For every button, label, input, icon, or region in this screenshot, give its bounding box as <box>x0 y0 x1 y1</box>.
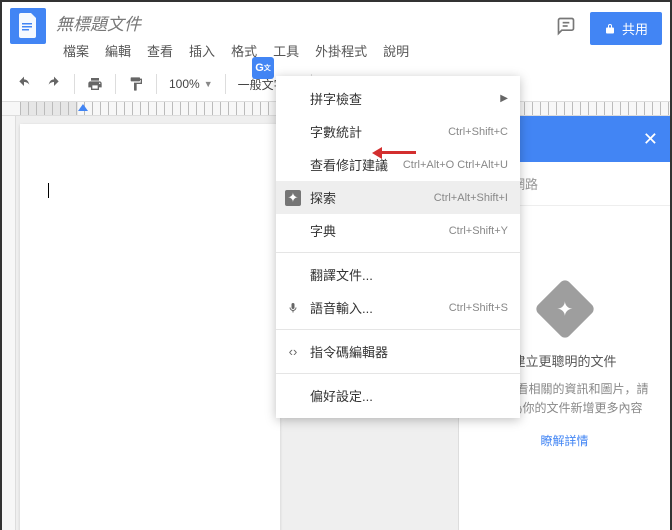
vertical-ruler[interactable] <box>2 116 16 530</box>
menu-shortcut: Ctrl+Alt+O Ctrl+Alt+U <box>403 159 508 171</box>
menu-item-label: 字典 <box>310 221 449 240</box>
annotation-arrow <box>380 151 416 154</box>
menu-shortcut: Ctrl+Shift+S <box>449 302 508 314</box>
mic-icon <box>285 300 301 316</box>
separator <box>115 74 116 94</box>
explore-diamond-icon: ✦ <box>533 278 595 340</box>
menu-item-語音輸入...[interactable]: 語音輸入...Ctrl+Shift+S <box>276 291 520 324</box>
menu-item-字數統計[interactable]: 字數統計Ctrl+Shift+C <box>276 115 520 148</box>
ruler-indent-marker[interactable] <box>78 104 88 111</box>
menu-item-label: 翻譯文件... <box>310 265 508 284</box>
menu-bar: 檔案 編輯 查看 插入 格式 工具 外掛程式 說明 <box>56 38 552 63</box>
docs-logo[interactable] <box>10 8 46 44</box>
menu-shortcut: Ctrl+Shift+Y <box>449 225 508 237</box>
print-button[interactable] <box>81 71 109 97</box>
menu-item-label: 字數統計 <box>310 122 448 141</box>
menu-separator <box>276 329 520 330</box>
menu-file[interactable]: 檔案 <box>56 38 96 63</box>
explore-learn-more-link[interactable]: 瞭解詳情 <box>540 432 588 449</box>
menu-help[interactable]: 說明 <box>376 38 416 63</box>
menu-item-label: 語音輸入... <box>310 298 449 317</box>
close-icon[interactable]: ✕ <box>643 129 658 150</box>
submenu-arrow-icon: ▶ <box>500 93 508 104</box>
explore-icon: ✦ <box>285 190 301 206</box>
menu-item-偏好設定...[interactable]: 偏好設定... <box>276 379 520 412</box>
separator <box>74 74 75 94</box>
menu-separator <box>276 252 520 253</box>
menu-item-label: 探索 <box>310 188 434 207</box>
doc-title[interactable]: 無標題文件 <box>56 8 552 37</box>
document-page[interactable] <box>20 124 280 530</box>
tools-dropdown: 拼字檢查▶字數統計Ctrl+Shift+C查看修訂建議Ctrl+Alt+O Ct… <box>276 76 520 418</box>
menu-shortcut: Ctrl+Alt+Shift+I <box>434 192 508 204</box>
undo-button[interactable] <box>10 71 38 97</box>
share-label: 共用 <box>622 19 648 38</box>
paint-format-button[interactable] <box>122 71 150 97</box>
menu-item-指令碼編輯器[interactable]: ‹› 指令碼編輯器 <box>276 335 520 368</box>
menu-edit[interactable]: 編輯 <box>98 38 138 63</box>
menu-item-label: 查看修訂建議 <box>310 155 403 174</box>
menu-view[interactable]: 查看 <box>140 38 180 63</box>
menu-addons[interactable]: 外掛程式 <box>308 38 374 63</box>
redo-button[interactable] <box>40 71 68 97</box>
comments-icon[interactable] <box>552 12 580 45</box>
share-button[interactable]: 共用 <box>590 12 662 45</box>
menu-item-label: 偏好設定... <box>310 386 508 405</box>
code-icon: ‹› <box>285 344 301 360</box>
zoom-select[interactable]: 100%▼ <box>163 74 219 94</box>
menu-item-探索[interactable]: ✦ 探索Ctrl+Alt+Shift+I <box>276 181 520 214</box>
menu-item-字典[interactable]: 字典Ctrl+Shift+Y <box>276 214 520 247</box>
menu-shortcut: Ctrl+Shift+C <box>448 126 508 138</box>
menu-item-label: 拼字檢查 <box>310 89 500 108</box>
translate-badge[interactable]: G文 <box>252 57 274 79</box>
separator <box>156 74 157 94</box>
lock-icon <box>604 23 616 35</box>
menu-item-拼字檢查[interactable]: 拼字檢查▶ <box>276 82 520 115</box>
menu-item-翻譯文件...[interactable]: 翻譯文件... <box>276 258 520 291</box>
menu-separator <box>276 373 520 374</box>
menu-insert[interactable]: 插入 <box>182 38 222 63</box>
explore-title: 建立更聰明的文件 <box>512 351 616 370</box>
separator <box>225 74 226 94</box>
menu-item-label: 指令碼編輯器 <box>310 342 508 361</box>
text-cursor <box>48 183 49 198</box>
